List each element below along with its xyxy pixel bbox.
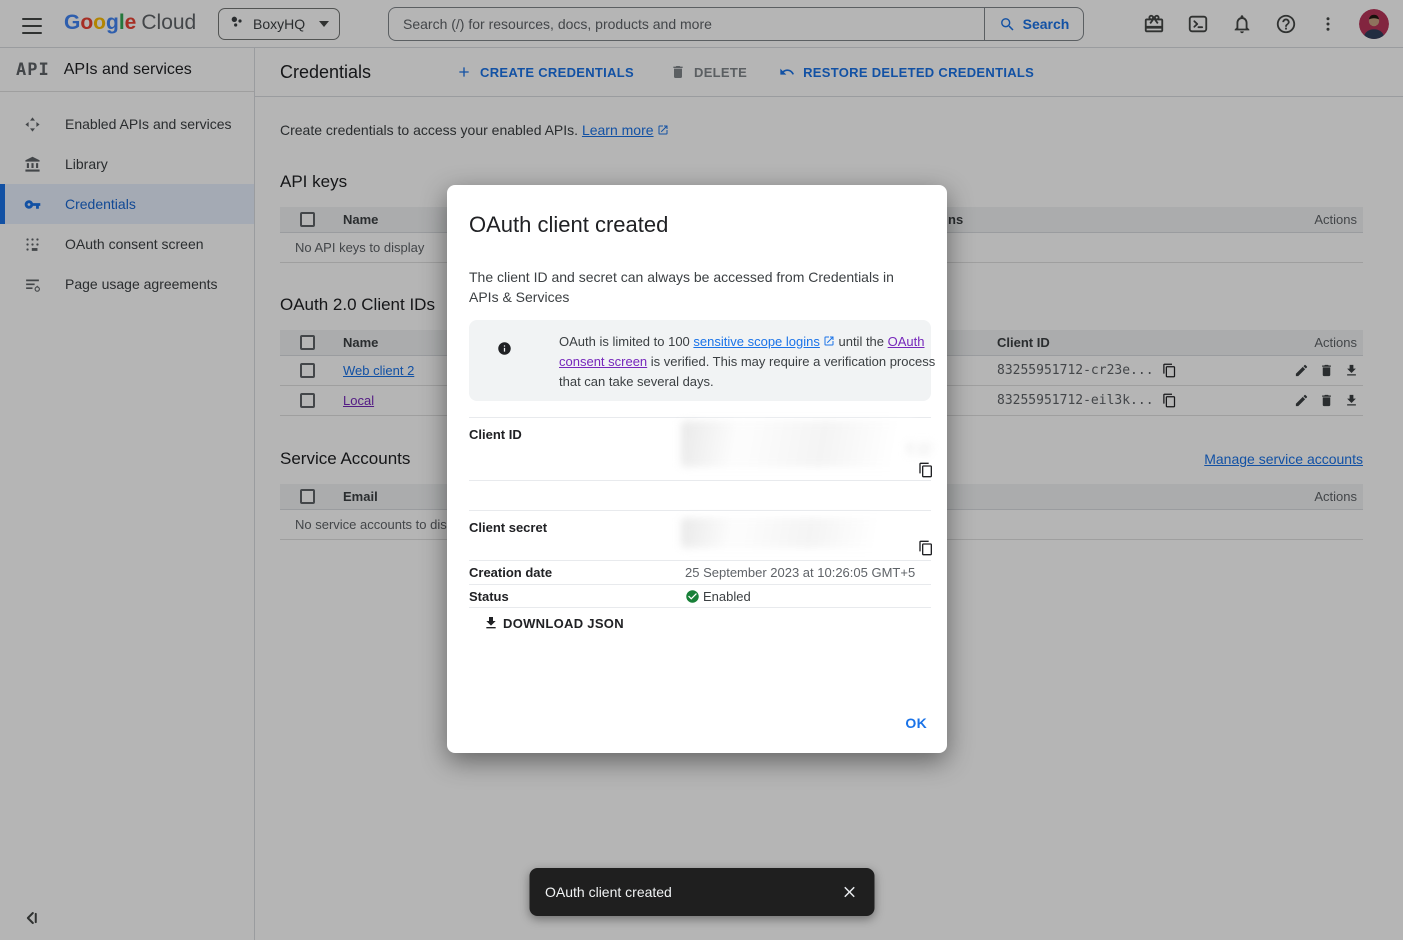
google-cloud-console: Google Cloud BoxyHQ Search — [0, 0, 1403, 940]
client-secret-row: Client secret — [469, 510, 931, 560]
notice-pre: OAuth is limited to 100 — [559, 334, 693, 349]
dialog-fields: Client ID Client secret Creation date 25… — [469, 417, 931, 608]
creation-date-row: Creation date 25 September 2023 at 10:26… — [469, 560, 931, 584]
close-icon[interactable] — [840, 883, 858, 901]
check-circle-icon — [685, 589, 700, 604]
download-icon — [483, 615, 499, 631]
creation-date-value: 25 September 2023 at 10:26:05 GMT+5 — [685, 565, 915, 580]
spacer-row — [469, 480, 931, 510]
copy-icon[interactable] — [918, 540, 934, 556]
ok-button[interactable]: OK — [905, 715, 927, 731]
oauth-client-created-dialog: OAuth client created The client ID and s… — [447, 185, 947, 753]
download-json-label: DOWNLOAD JSON — [503, 616, 624, 631]
redacted-client-id — [907, 442, 937, 456]
redacted-client-id — [681, 421, 916, 467]
notice-box: OAuth is limited to 100 sensitive scope … — [469, 320, 931, 401]
status-value: Enabled — [703, 589, 751, 604]
info-icon — [497, 341, 512, 356]
status-label: Status — [469, 589, 685, 604]
external-link-icon — [823, 333, 835, 345]
dialog-subtitle: The client ID and secret can always be a… — [469, 267, 914, 307]
client-id-row: Client ID — [469, 417, 931, 480]
download-json-button[interactable]: DOWNLOAD JSON — [483, 615, 624, 631]
notice-text: OAuth is limited to 100 sensitive scope … — [559, 332, 954, 392]
status-row: Status Enabled — [469, 584, 931, 608]
copy-icon[interactable] — [918, 462, 934, 478]
notice-mid: until the — [835, 334, 888, 349]
sensitive-scope-logins-link[interactable]: sensitive scope logins — [693, 334, 819, 349]
snackbar: OAuth client created — [529, 868, 874, 916]
redacted-client-secret — [681, 518, 896, 548]
dialog-title: OAuth client created — [469, 212, 668, 238]
creation-date-label: Creation date — [469, 565, 685, 580]
snackbar-message: OAuth client created — [545, 884, 840, 900]
